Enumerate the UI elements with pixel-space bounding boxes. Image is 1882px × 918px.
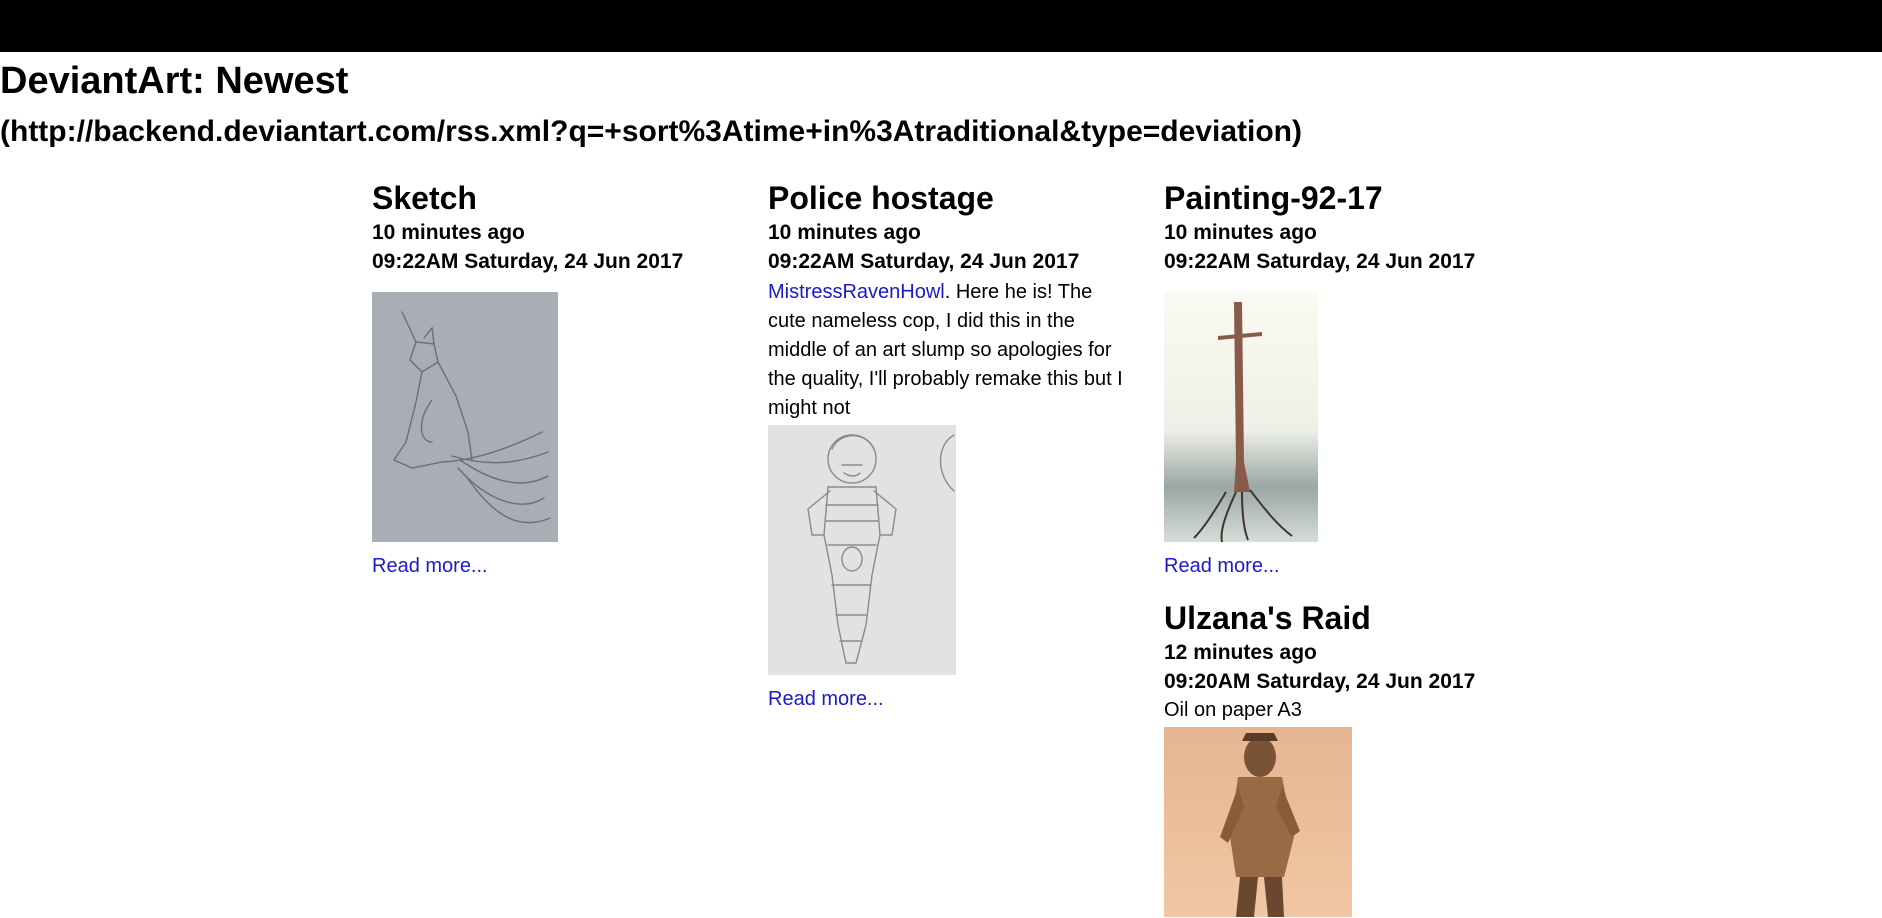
feed-item: Ulzana's Raid 12 minutes ago 09:20AM Sat… (1164, 598, 1524, 917)
feed-item: Police hostage 10 minutes ago 09:22AM Sa… (768, 178, 1128, 713)
feed-item: Sketch 10 minutes ago 09:22AM Saturday, … (372, 178, 732, 580)
feed-url: (http://backend.deviantart.com/rss.xml?q… (0, 115, 1302, 148)
item-thumbnail[interactable] (1164, 292, 1318, 542)
item-title[interactable]: Police hostage (768, 178, 1128, 218)
item-datetime: 09:22AM Saturday, 24 Jun 2017 (768, 250, 1080, 273)
item-title[interactable]: Sketch (372, 178, 732, 218)
item-title[interactable]: Ulzana's Raid (1164, 598, 1524, 638)
item-thumbnail[interactable] (768, 425, 956, 675)
top-bar (0, 0, 1882, 52)
item-relative-time: 10 minutes ago (768, 221, 921, 244)
item-datetime: 09:22AM Saturday, 24 Jun 2017 (372, 250, 684, 273)
item-datetime: 09:22AM Saturday, 24 Jun 2017 (1164, 250, 1476, 273)
item-datetime: 09:20AM Saturday, 24 Jun 2017 (1164, 670, 1476, 693)
read-more-link[interactable]: Read more... (372, 552, 488, 580)
item-description: MistressRavenHowl. Here he is! The cute … (768, 278, 1128, 423)
item-thumbnail[interactable] (1164, 727, 1352, 917)
feed-title: DeviantArt: Newest (0, 60, 349, 102)
item-title[interactable]: Painting-92-17 (1164, 178, 1524, 218)
read-more-link[interactable]: Read more... (1164, 552, 1280, 580)
read-more-link[interactable]: Read more... (768, 685, 884, 713)
feed-item: Painting-92-17 10 minutes ago 09:22AM Sa… (1164, 178, 1524, 580)
item-description: Oil on paper A3 (1164, 699, 1302, 721)
item-relative-time: 10 minutes ago (372, 221, 525, 244)
item-relative-time: 10 minutes ago (1164, 221, 1317, 244)
author-link[interactable]: MistressRavenHowl (768, 281, 945, 303)
item-relative-time: 12 minutes ago (1164, 641, 1317, 664)
item-thumbnail[interactable] (372, 292, 558, 542)
